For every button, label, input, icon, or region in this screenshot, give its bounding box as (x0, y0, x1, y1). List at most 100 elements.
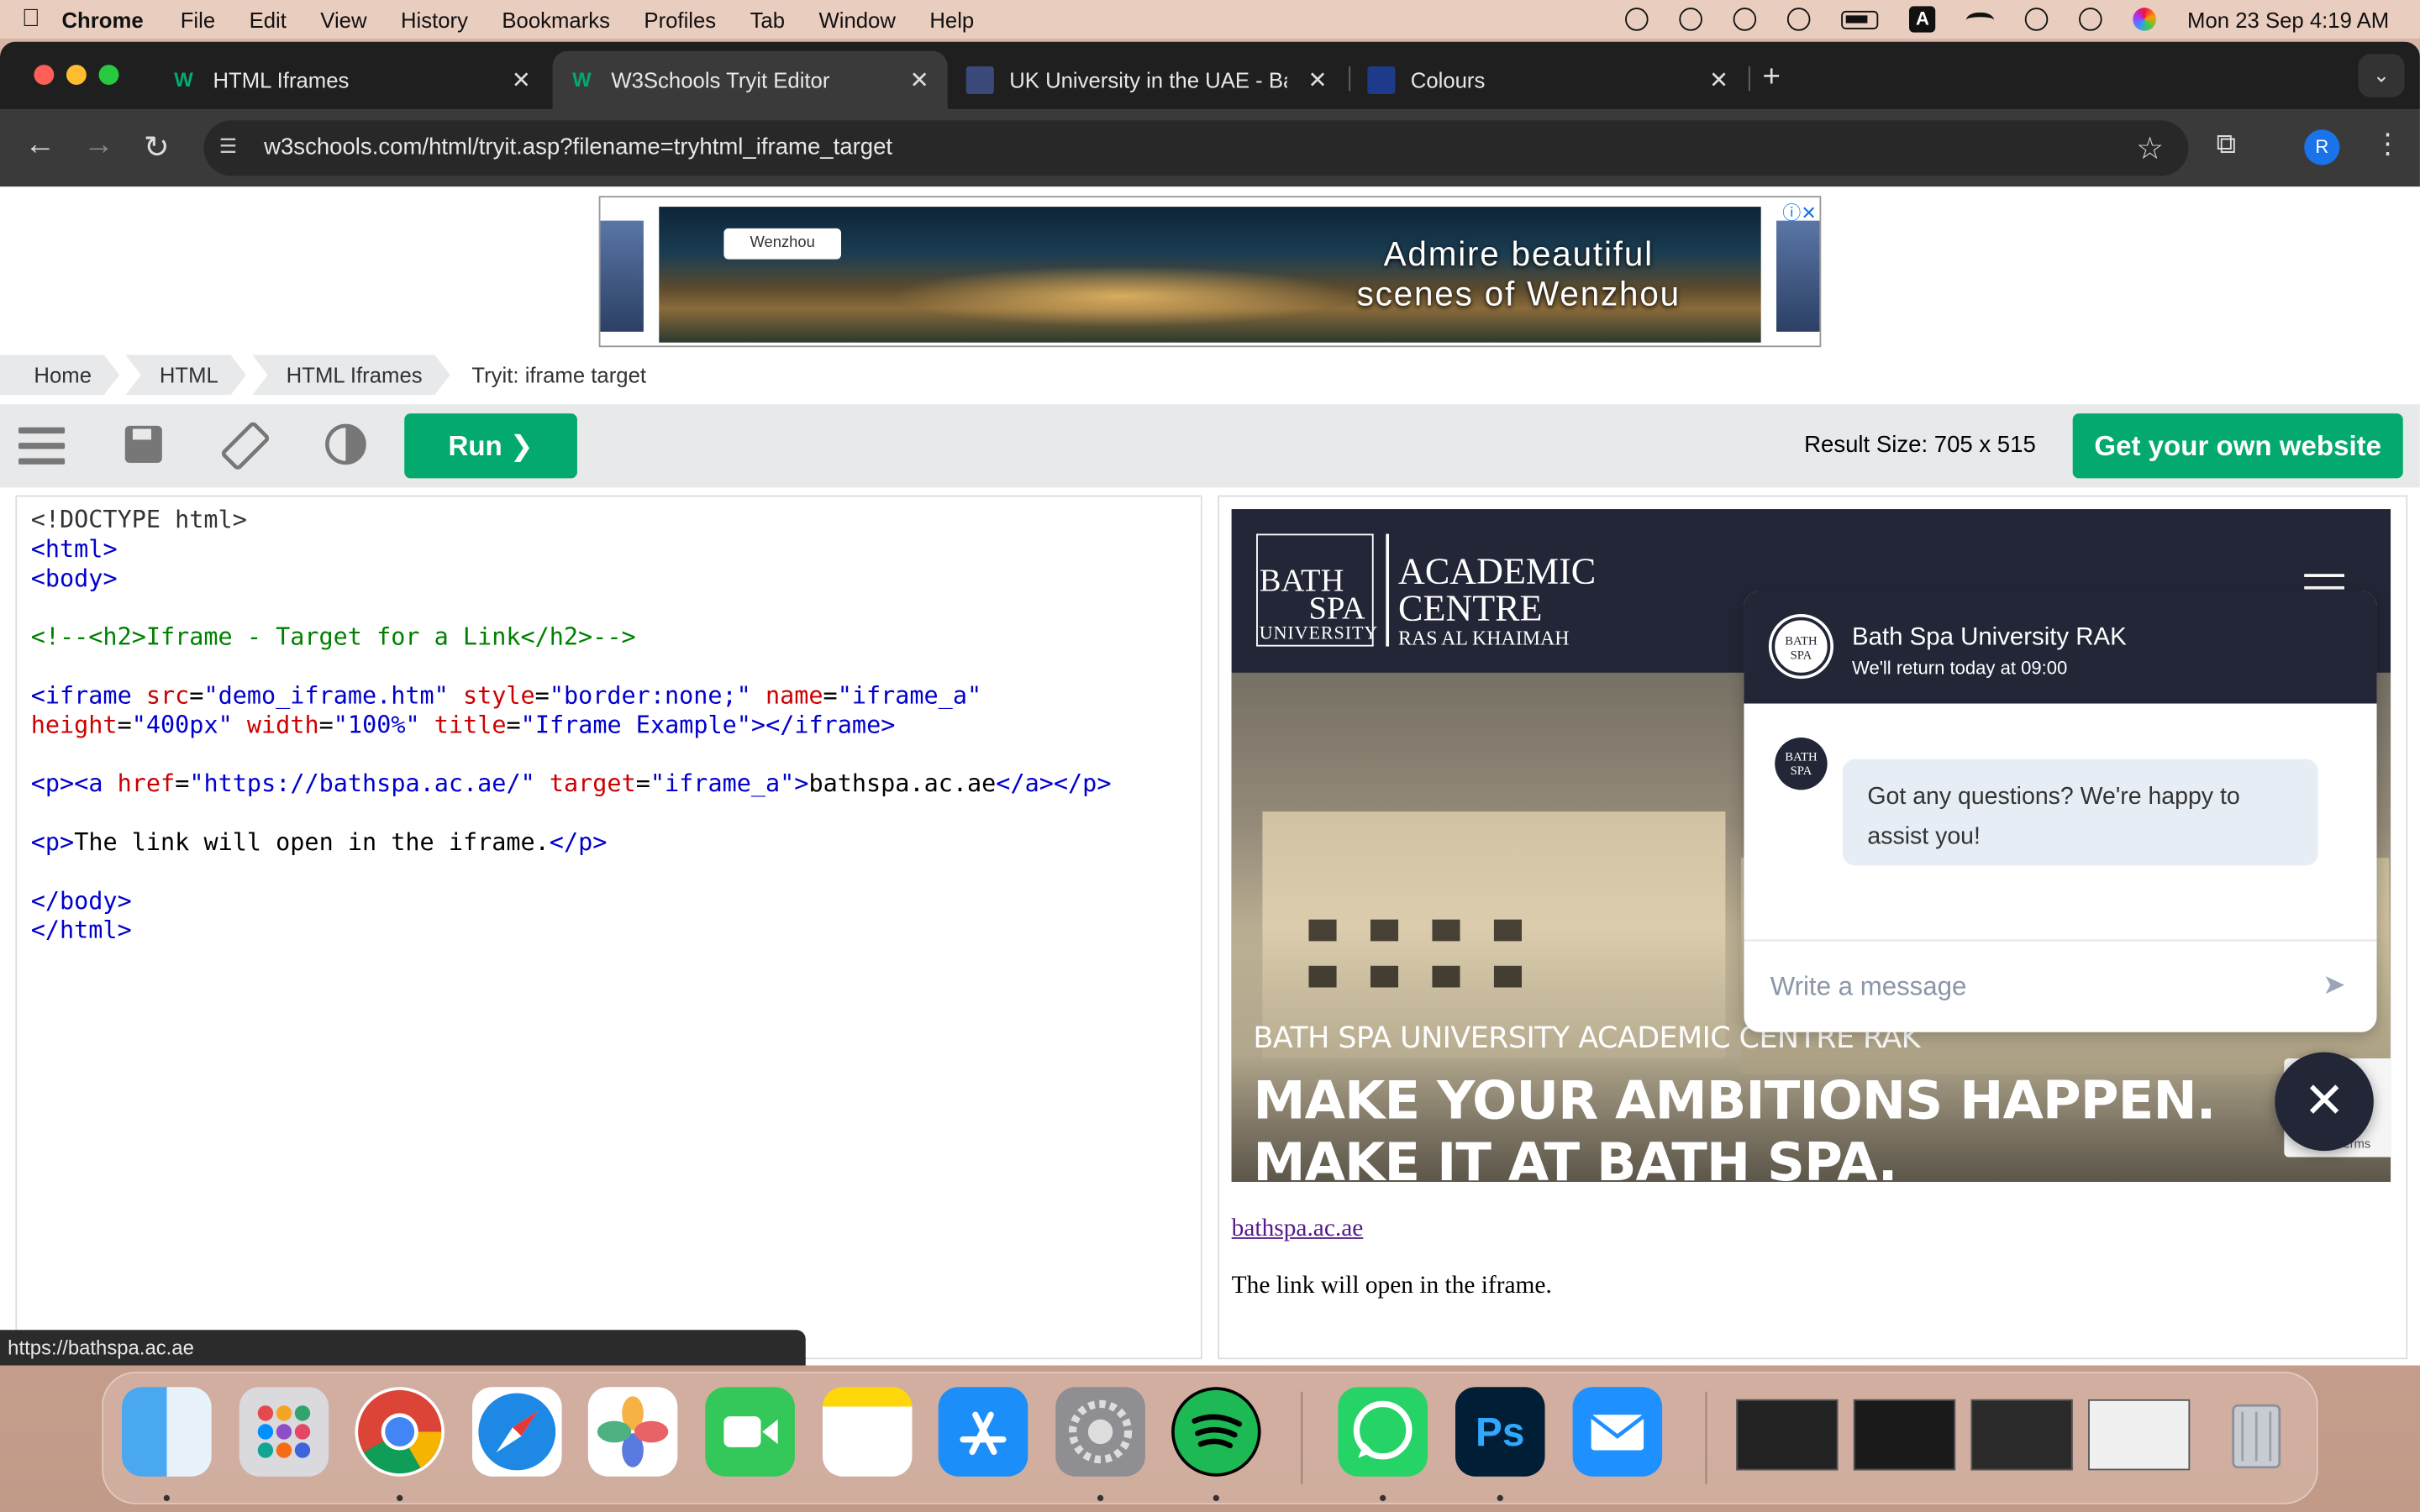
dock: Ps (102, 1371, 2318, 1504)
code-line[interactable]: <!--<h2>Iframe - Target for a Link</h2>-… (31, 623, 1112, 653)
menu-bookmarks[interactable]: Bookmarks (502, 7, 610, 31)
reload-icon[interactable]: ↻ (144, 128, 170, 166)
code-editor[interactable]: <!DOCTYPE html> <html> <body> <!--<h2>Ifra… (15, 495, 1202, 1360)
whatsapp-icon[interactable] (1338, 1387, 1428, 1477)
back-icon[interactable]: ← (24, 128, 55, 163)
tab-w3schools-tryit[interactable]: W W3Schools Tryit Editor ✕ (552, 50, 948, 110)
search-icon[interactable] (2025, 8, 2049, 31)
menu-icon[interactable] (18, 427, 66, 468)
finder-icon[interactable] (122, 1387, 212, 1477)
result-iframe[interactable]: BATH SPA UNIVERSITY ACADEMIC CENTRE RAS … (1231, 509, 2391, 1182)
minimize-window-button[interactable] (66, 65, 87, 86)
site-info-icon[interactable]: ☰ (219, 134, 244, 159)
notes-icon[interactable] (822, 1387, 913, 1477)
breadcrumb-html[interactable]: HTML (125, 354, 245, 395)
code-line[interactable]: <!DOCTYPE html> (31, 506, 1112, 535)
forward-icon[interactable]: → (83, 128, 114, 163)
theme-toggle-icon[interactable] (324, 423, 371, 465)
chrome-menu-icon[interactable]: ⋮ (2374, 128, 2402, 160)
siri-icon[interactable] (2133, 8, 2157, 31)
menu-history[interactable]: History (401, 7, 468, 31)
close-chat-icon[interactable]: ✕ (2275, 1052, 2374, 1152)
control-center-icon[interactable] (2079, 8, 2103, 31)
code-line[interactable] (31, 594, 1112, 623)
rotate-layout-icon[interactable] (221, 421, 270, 470)
ad-choices-icon[interactable]: ⓘ✕ (1782, 199, 1817, 225)
bookmark-star-icon[interactable]: ☆ (2136, 129, 2164, 168)
code-line[interactable] (31, 799, 1112, 828)
code-line[interactable]: </html> (31, 916, 1112, 946)
code-line[interactable]: <p><a href="https://bathspa.ac.ae/" targ… (31, 770, 1112, 800)
photos-icon[interactable] (587, 1387, 678, 1477)
advert-banner[interactable]: Wenzhou Admire beautiful scenes of Wenzh… (598, 196, 1822, 348)
menu-tab[interactable]: Tab (750, 7, 785, 31)
extensions-icon[interactable]: ⧉ (2217, 128, 2237, 160)
bathspa-link[interactable]: bathspa.ac.ae (1232, 1215, 1364, 1243)
wifi-icon[interactable] (1966, 11, 1995, 27)
tab-search-button[interactable]: ⌄ (2358, 54, 2405, 97)
menu-view[interactable]: View (320, 7, 366, 31)
airdrop-icon[interactable] (1679, 8, 1703, 31)
send-icon[interactable]: ➤ (2323, 969, 2346, 1001)
minimized-window-thumbnail[interactable] (1970, 1399, 2073, 1471)
launchpad-icon[interactable] (239, 1387, 329, 1477)
code-text[interactable]: <!DOCTYPE html> <html> <body> <!--<h2>Ifra… (31, 506, 1112, 945)
headphones-icon[interactable] (1787, 8, 1811, 31)
safari-icon[interactable] (472, 1387, 562, 1477)
facetime-icon[interactable] (705, 1387, 795, 1477)
code-line[interactable] (31, 858, 1112, 887)
close-tab-icon[interactable]: ✕ (1709, 66, 1728, 94)
new-tab-button[interactable]: + (1763, 60, 1781, 96)
chrome-icon[interactable] (355, 1387, 445, 1477)
menu-app-name[interactable]: Chrome (61, 7, 143, 31)
input-source-icon[interactable]: A (1909, 6, 1936, 33)
chat-input[interactable]: Write a message ➤ (1744, 939, 2377, 1032)
breadcrumb-home[interactable]: Home (0, 354, 119, 395)
menu-file[interactable]: File (181, 7, 215, 31)
battery-icon[interactable] (1841, 9, 1879, 29)
menu-help[interactable]: Help (929, 7, 974, 31)
photoshop-icon[interactable]: Ps (1455, 1387, 1545, 1477)
menu-window[interactable]: Window (818, 7, 895, 31)
screen:  Chrome File Edit View History Bookmark… (0, 0, 2420, 1512)
chrome-window: W HTML Iframes ✕ W W3Schools Tryit Edito… (0, 41, 2420, 1366)
breadcrumb-html-iframes[interactable]: HTML Iframes (252, 354, 450, 395)
code-line[interactable]: <html> (31, 535, 1112, 564)
spotify-icon[interactable] (1171, 1387, 1261, 1477)
code-line[interactable]: <iframe src="demo_iframe.htm" style="bor… (31, 682, 1112, 711)
code-line[interactable]: <p>The link will open in the iframe.</p> (31, 828, 1112, 858)
tab-uk-university[interactable]: UK University in the UAE - Ba ✕ (950, 51, 1345, 110)
code-line[interactable]: <body> (31, 564, 1112, 594)
code-line[interactable]: </body> (31, 887, 1112, 916)
zoom-window-button[interactable] (98, 65, 119, 86)
close-tab-icon[interactable]: ✕ (512, 66, 531, 94)
close-tab-icon[interactable]: ✕ (1307, 66, 1327, 94)
profile-avatar[interactable]: R (2304, 129, 2340, 165)
save-icon[interactable] (124, 424, 170, 465)
app-store-icon[interactable] (938, 1387, 1028, 1477)
code-line[interactable] (31, 653, 1112, 682)
code-line[interactable]: height="400px" width="100%" title="Ifram… (31, 711, 1112, 741)
minimized-window-thumbnail[interactable] (2088, 1399, 2191, 1471)
system-settings-icon[interactable] (1055, 1387, 1145, 1477)
menu-edit[interactable]: Edit (250, 7, 287, 31)
minimized-window-thumbnail[interactable] (1853, 1399, 1956, 1471)
get-your-own-website-button[interactable]: Get your own website (2072, 413, 2403, 479)
close-tab-icon[interactable]: ✕ (910, 66, 929, 94)
minimized-window-thumbnail[interactable] (1736, 1399, 1839, 1471)
run-button[interactable]: Run ❯ (404, 413, 577, 479)
tab-html-iframes[interactable]: W HTML Iframes ✕ (155, 51, 550, 110)
trash-icon[interactable] (2212, 1387, 2302, 1477)
play-icon[interactable] (1733, 8, 1757, 31)
address-bar[interactable]: ☰ w3schools.com/html/tryit.asp?filename=… (203, 120, 2189, 176)
screen-record-icon[interactable] (1625, 8, 1649, 31)
clock[interactable]: Mon 23 Sep 4:19 AM (2187, 7, 2389, 31)
code-line[interactable] (31, 741, 1112, 770)
status-area: A Mon 23 Sep 4:19 AM (1625, 0, 2389, 39)
menu-profiles[interactable]: Profiles (644, 7, 716, 31)
w3schools-favicon-icon: W (174, 67, 193, 92)
close-window-button[interactable] (34, 65, 55, 86)
apple-menu-icon[interactable]:  (0, 5, 61, 33)
mail-icon[interactable] (1572, 1387, 1663, 1477)
tab-colours[interactable]: Colours ✕ (1352, 51, 1747, 110)
